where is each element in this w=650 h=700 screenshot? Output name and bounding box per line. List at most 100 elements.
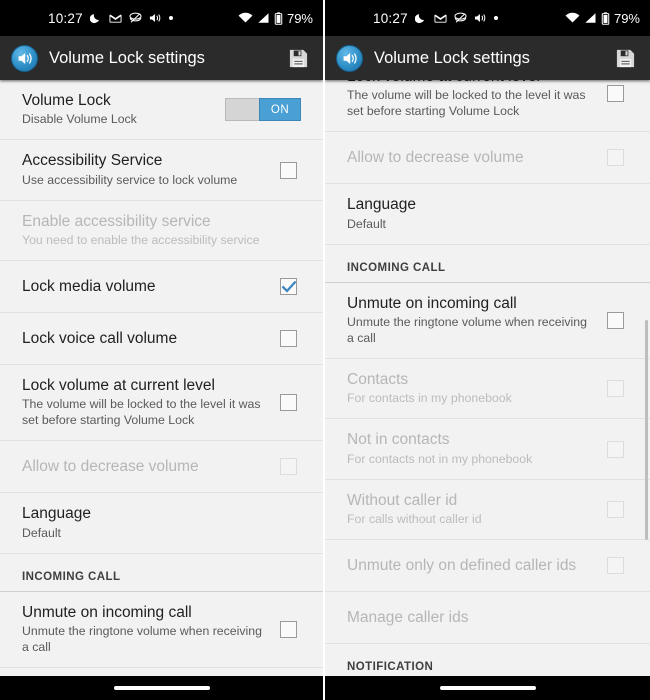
setting-summary: Default [347, 216, 386, 231]
page-title: Volume Lock settings [374, 48, 530, 67]
checkbox-lock-volume-at-current-level[interactable] [280, 394, 297, 412]
setting-title: Manage caller ids [347, 608, 469, 626]
section-header-label: NOTIFICATION [347, 661, 434, 674]
checkbox-without-caller-id [607, 500, 624, 518]
setting-title: Language [22, 505, 91, 523]
checkbox-accessibility-service[interactable] [280, 161, 297, 179]
status-bar-right-group: 79% [565, 11, 640, 26]
mail-icon [434, 12, 447, 24]
checkbox-not-in-contacts [607, 440, 624, 458]
setting-row-unmute-on-incoming-call[interactable]: Unmute on incoming call Unmute the ringto… [325, 282, 650, 360]
setting-row-allow-to-decrease-volume: Allow to decrease volume [325, 132, 650, 185]
section-header-incoming-call: INCOMING CALL [325, 244, 650, 283]
toggle-volume-lock[interactable]: ON [225, 98, 301, 122]
setting-texts: Lock voice call volume [22, 329, 280, 348]
setting-summary: Default [22, 525, 61, 540]
mail-icon [109, 12, 122, 24]
battery-icon [274, 11, 283, 25]
setting-texts: Not in contacts For contacts not in my ph… [347, 430, 607, 467]
page-title: Volume Lock settings [49, 48, 205, 67]
setting-title: Lock volume at current level [347, 80, 597, 86]
setting-row-language[interactable]: Language Default [325, 184, 650, 245]
setting-title: Contacts [347, 371, 409, 389]
section-header-label: INCOMING CALL [22, 570, 121, 583]
setting-summary: The volume will be locked to the level i… [347, 88, 586, 119]
phone-screen-right: 10:27 79% Volume Lock settings The volum… [325, 0, 650, 700]
signal-icon [257, 12, 270, 24]
setting-row-unmute-on-incoming-call[interactable]: Unmute on incoming call Unmute the ringto… [0, 591, 323, 669]
setting-row-allow-to-decrease-volume: Allow to decrease volume [0, 441, 323, 494]
checkbox-lock-media-volume[interactable] [280, 278, 297, 296]
setting-title: Unmute on incoming call [347, 294, 517, 312]
layers-icon [129, 12, 142, 24]
toggle-thumb: ON [259, 98, 301, 122]
setting-row-lock-volume-at-current-level[interactable]: Lock volume at current level The volume w… [0, 365, 323, 442]
checkbox-unmute-on-incoming-call[interactable] [607, 311, 624, 329]
volume-mute-icon [474, 12, 487, 24]
setting-texts: Enable accessibility service You need to … [22, 212, 309, 249]
floppy-save-icon[interactable] [611, 44, 639, 72]
dual-screenshot-container: 10:27 79% Volume Lock settings Volume Lo… [0, 0, 650, 700]
setting-title: Lock voice call volume [22, 329, 178, 347]
setting-texts: Lock media volume [22, 277, 280, 296]
app-bar-right: Volume Lock settings [325, 36, 650, 80]
status-bar-left-group: 10:27 [48, 11, 173, 26]
checkbox-lock-voice-call-volume[interactable] [280, 330, 297, 348]
section-header-incoming-call: INCOMING CALL [0, 553, 323, 592]
setting-summary: You need to enable the accessibility ser… [22, 233, 260, 248]
app-bar-left: Volume Lock settings [0, 36, 323, 80]
setting-title: Without caller id [347, 491, 458, 509]
setting-texts: Language Default [22, 504, 309, 541]
setting-row-lock-media-volume[interactable]: Lock media volume [0, 261, 323, 314]
speaker-icon [336, 44, 363, 72]
setting-title: Lock media volume [22, 277, 156, 295]
settings-list-left[interactable]: Volume Lock Disable Volume Lock ON Accessib… [0, 80, 323, 700]
setting-texts: Unmute only on defined caller ids [347, 556, 607, 575]
settings-list-right[interactable]: Lock volume at current level The volume w… [325, 80, 650, 700]
setting-summary: The volume will be locked to the level i… [22, 397, 261, 428]
dot-icon [493, 16, 498, 20]
setting-row-volume-lock[interactable]: Volume Lock Disable Volume Lock ON [0, 80, 323, 141]
home-gesture-pill[interactable] [439, 686, 536, 690]
checkbox-allow-to-decrease-volume [280, 458, 297, 476]
setting-summary: For calls without caller id [347, 512, 482, 527]
setting-texts: Lock volume at current level The volume w… [347, 80, 607, 120]
home-gesture-pill[interactable] [113, 686, 210, 690]
setting-row-language[interactable]: Language Default [0, 493, 323, 554]
setting-row-lock-volume-at-current-level[interactable]: Lock volume at current level The volume w… [325, 80, 650, 133]
status-bar-right-group: 79% [238, 11, 313, 26]
wifi-icon [238, 12, 253, 24]
setting-texts: Contacts For contacts in my phonebook [347, 370, 607, 407]
volume-mute-icon [149, 12, 162, 24]
setting-row-not-in-contacts: Not in contacts For contacts not in my ph… [325, 419, 650, 480]
setting-row-manage-caller-ids: Manage caller ids [325, 592, 650, 645]
setting-texts: Without caller id For calls without calle… [347, 491, 607, 528]
floppy-save-icon[interactable] [284, 44, 312, 72]
settings-list-inner-right: Lock volume at current level The volume w… [325, 80, 650, 700]
setting-texts: Unmute on incoming call Unmute the ringto… [347, 294, 607, 347]
setting-title: Accessibility Service [22, 152, 163, 170]
setting-summary: Use accessibility service to lock volume [22, 172, 238, 187]
checkbox-allow-to-decrease-volume [607, 149, 624, 167]
setting-row-enable-accessibility-service: Enable accessibility service You need to … [0, 200, 323, 262]
setting-summary: Unmute the ringtone volume when receivin… [22, 624, 262, 655]
moon-icon [414, 12, 427, 24]
list-scrollbar[interactable] [645, 320, 648, 540]
setting-title: Enable accessibility service [22, 212, 211, 230]
dot-icon [168, 16, 173, 20]
setting-texts: Accessibility Service Use accessibility s… [22, 151, 280, 188]
setting-row-lock-voice-call-volume[interactable]: Lock voice call volume [0, 313, 323, 366]
status-clock: 10:27 [48, 10, 83, 26]
settings-list-inner-left: Volume Lock Disable Volume Lock ON Accessib… [0, 80, 323, 700]
battery-icon [601, 11, 610, 25]
setting-row-unmute-only-on-defined-caller-ids: Unmute only on defined caller ids [325, 540, 650, 593]
speaker-icon [11, 44, 38, 72]
battery-percent: 79% [286, 10, 313, 26]
checkbox-lock-volume-at-current-level[interactable] [607, 85, 624, 103]
setting-texts: Allow to decrease volume [347, 148, 607, 167]
checkbox-unmute-only-on-defined-caller-ids [607, 557, 624, 575]
setting-title: Language [347, 196, 416, 214]
setting-row-accessibility-service[interactable]: Accessibility Service Use accessibility s… [0, 140, 323, 201]
status-bar-left-group: 10:27 [373, 11, 498, 26]
checkbox-unmute-on-incoming-call[interactable] [280, 620, 297, 638]
